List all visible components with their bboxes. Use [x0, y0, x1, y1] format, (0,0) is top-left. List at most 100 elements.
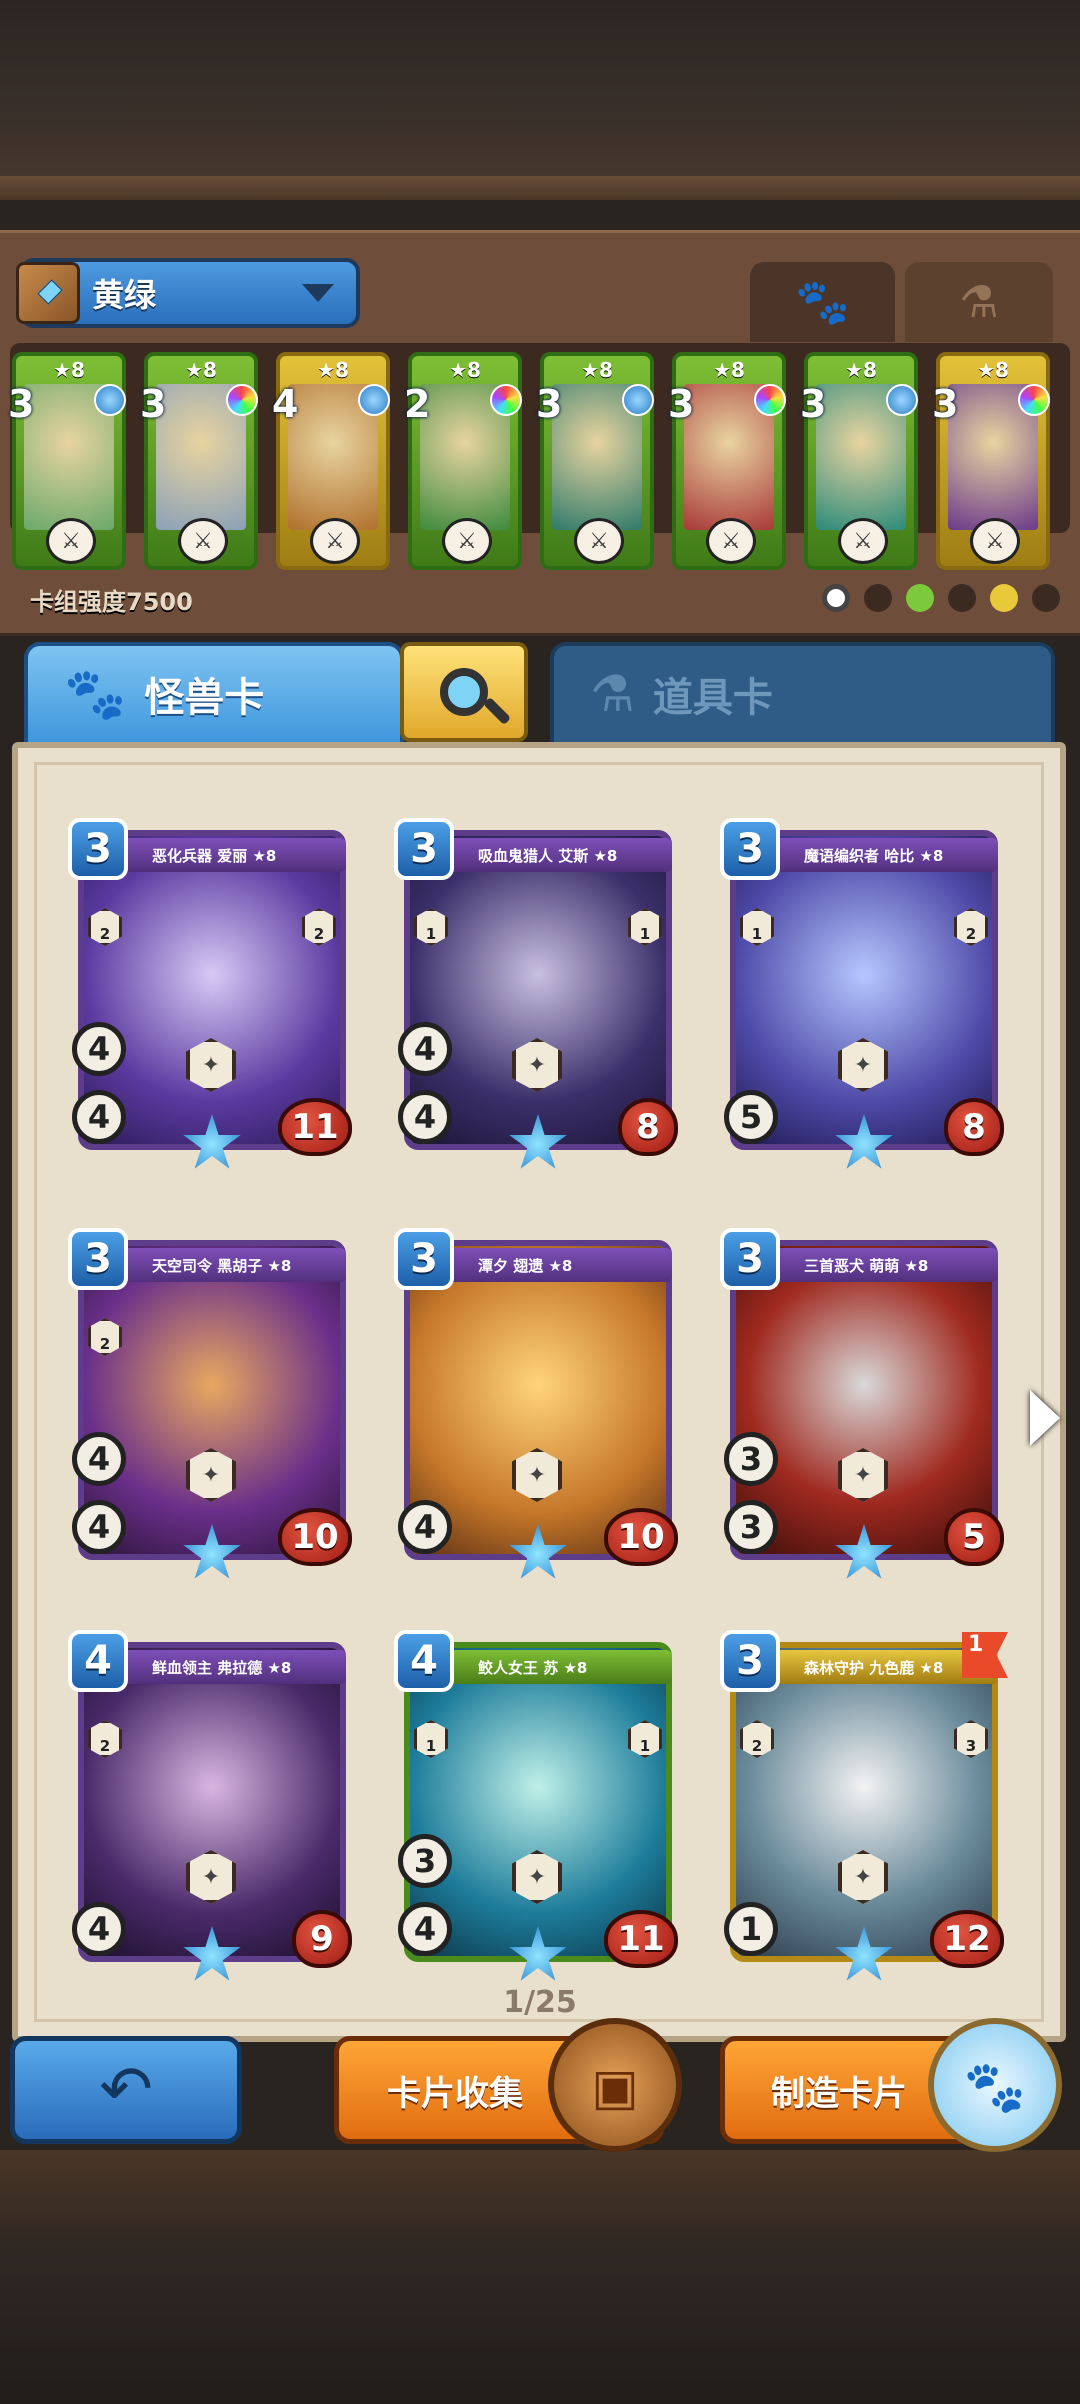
card-cost: 3 [720, 818, 780, 880]
filter-claw-icon[interactable] [948, 584, 976, 612]
gem-icon [886, 384, 918, 416]
deck-card-cost: 3 [800, 382, 827, 426]
tab-monster-deck[interactable]: 🐾 [750, 262, 895, 342]
tab-monster-cards[interactable]: 🐾 怪兽卡 [24, 642, 404, 742]
monster-card[interactable]: 三首恶犬 萌萌 ★8 3 3 3 ✦ 5 [720, 1228, 1004, 1588]
ability-icon: ⚔ [442, 518, 492, 564]
filter-all-icon[interactable] [822, 584, 850, 612]
card-art [84, 1246, 340, 1554]
tab-item-cards[interactable]: ⚗ 道具卡 [550, 642, 1055, 742]
card-name: 天空司令 黑胡子 ★8 [114, 1248, 346, 1282]
card-cost: 3 [68, 1228, 128, 1290]
monster-card[interactable]: 恶化兵器 爱丽 ★8 3 2 2 4 4 ✦ 11 [68, 818, 352, 1178]
card-attack: 4 [72, 1500, 126, 1554]
deck-card-stars: ★8 [713, 358, 745, 382]
card-hp: 10 [604, 1508, 678, 1566]
monster-card[interactable]: 吸血鬼猎人 艾斯 ★8 3 1 1 4 4 ✦ 8 [394, 818, 678, 1178]
back-arrow-icon: ↶ [99, 2053, 153, 2127]
card-name: 三首恶犬 萌萌 ★8 [766, 1248, 998, 1282]
deck-card-stars: ★8 [581, 358, 613, 382]
filter-paw-icon[interactable] [864, 584, 892, 612]
deck-card-cost: 4 [272, 382, 299, 426]
card-book-icon: ▣ [548, 2018, 682, 2152]
monster-card[interactable]: 魔语编织者 哈比 ★8 3 1 2 5 ✦ 8 [720, 818, 1004, 1178]
deck-card[interactable]: ★8 4 ⚔ [272, 352, 390, 570]
deck-card-stars: ★8 [185, 358, 217, 382]
potion-icon: ⚗ [590, 665, 635, 723]
card-attack: 4 [398, 1902, 452, 1956]
deck-card-stars: ★8 [53, 358, 85, 382]
card-name: 潭夕 翅遗 ★8 [440, 1248, 672, 1282]
card-name: 吸血鬼猎人 艾斯 ★8 [440, 838, 672, 872]
card-attack: 1 [724, 1902, 778, 1956]
card-speed: 3 [724, 1432, 778, 1486]
deck-card-cost: 3 [668, 382, 695, 426]
gem-icon [226, 384, 258, 416]
filter-lightning-icon[interactable] [990, 584, 1018, 612]
card-attack: 5 [724, 1090, 778, 1144]
potion-icon: ⚗ [959, 276, 999, 328]
monster-card[interactable]: 天空司令 黑胡子 ★8 3 2 4 4 ✦ 10 [68, 1228, 352, 1588]
back-button[interactable]: ↶ [10, 2036, 242, 2144]
card-cost: 4 [68, 1630, 128, 1692]
element-filter [822, 584, 1060, 612]
deck-card[interactable]: ★8 3 ⚔ [932, 352, 1050, 570]
monster-card[interactable]: 潭夕 翅遗 ★8 3 4 ✦ 10 [394, 1228, 678, 1588]
card-speed: 3 [398, 1834, 452, 1888]
deck-card[interactable]: ★8 2 ⚔ [404, 352, 522, 570]
deck-name: 黄绿 [92, 276, 157, 314]
card-cost: 3 [720, 1228, 780, 1290]
filter-fire-icon[interactable] [1032, 584, 1060, 612]
paw-glyph: 🐾 [963, 2058, 1027, 2116]
search-icon [440, 668, 488, 716]
card-cost: 3 [68, 818, 128, 880]
deck-card-cost: 3 [536, 382, 563, 426]
top-wood-frame [0, 0, 1080, 200]
deck-card[interactable]: ★8 3 ⚔ [800, 352, 918, 570]
tab-monster-label: 怪兽卡 [144, 675, 265, 721]
card-attack: 3 [724, 1500, 778, 1554]
deck-card[interactable]: ★8 3 ⚔ [140, 352, 258, 570]
gem-icon [622, 384, 654, 416]
card-cost: 3 [394, 1228, 454, 1290]
craft-card-label: 制造卡片 [771, 2073, 907, 2114]
deck-card[interactable]: ★8 3 ⚔ [536, 352, 654, 570]
card-art [410, 1246, 666, 1554]
ability-icon: ⚔ [970, 518, 1020, 564]
next-page-arrow-icon[interactable] [1030, 1390, 1060, 1446]
card-attack: 4 [72, 1090, 126, 1144]
card-art [736, 1246, 992, 1554]
deck-select-dropdown[interactable]: 黄绿 [16, 258, 360, 328]
card-cost: 3 [720, 1630, 780, 1692]
deck-card[interactable]: ★8 3 ⚔ [8, 352, 126, 570]
deck-card-cost: 2 [404, 382, 431, 426]
monster-card[interactable]: 鲛人女王 苏 ★8 4 1 1 3 4 ✦ 11 [394, 1630, 678, 1990]
monster-card[interactable]: 森林守护 九色鹿 ★8 3 2 3 1 ✦ 12 1 [720, 1630, 1008, 1990]
deck-card[interactable]: ★8 3 ⚔ [668, 352, 786, 570]
monster-card[interactable]: 鲜血领主 弗拉德 ★8 4 2 4 ✦ 9 [68, 1630, 352, 1990]
search-button[interactable] [400, 642, 528, 742]
ability-icon: ⚔ [838, 518, 888, 564]
gem-icon [490, 384, 522, 416]
deck-card-stars: ★8 [845, 358, 877, 382]
card-art [410, 836, 666, 1144]
card-art [84, 1648, 340, 1956]
card-hp: 9 [292, 1910, 352, 1968]
card-hp: 10 [278, 1508, 352, 1566]
bottom-wood-frame [0, 2150, 1080, 2404]
gem-icon [754, 384, 786, 416]
chevron-down-icon [302, 284, 334, 302]
ability-icon: ⚔ [706, 518, 756, 564]
card-attack: 4 [398, 1500, 452, 1554]
card-art [84, 836, 340, 1144]
card-name: 恶化兵器 爱丽 ★8 [114, 838, 346, 872]
gem-icon [94, 384, 126, 416]
deck-card-stars: ★8 [449, 358, 481, 382]
deck-card-cost: 3 [140, 382, 167, 426]
card-hp: 12 [930, 1910, 1004, 1968]
tab-item-deck[interactable]: ⚗ [905, 262, 1053, 342]
card-hp: 11 [604, 1910, 678, 1968]
deck-book-icon [16, 262, 80, 324]
card-cost: 3 [394, 818, 454, 880]
filter-leaf-icon[interactable] [906, 584, 934, 612]
